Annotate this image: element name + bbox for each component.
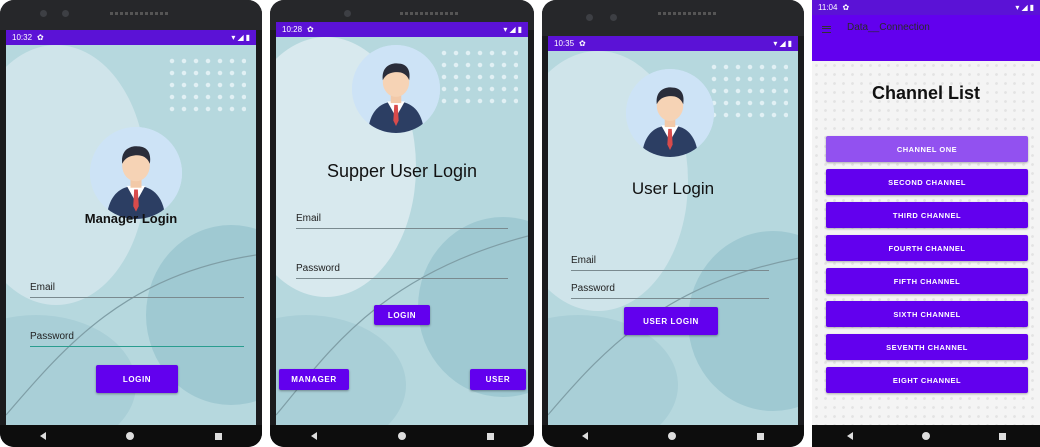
battery-icon: ▮: [1029, 3, 1034, 12]
email-field[interactable]: Email: [30, 282, 244, 298]
screen-background: User Login Email Password USER LOGIN: [548, 51, 798, 425]
channel-button-8[interactable]: EIGHT CHANNEL: [826, 367, 1028, 393]
home-icon[interactable]: [921, 432, 930, 440]
signal-icon: ◢: [779, 39, 786, 48]
recents-icon[interactable]: [486, 432, 494, 440]
status-time: 10:32: [12, 33, 33, 42]
status-time: 10:35: [554, 39, 575, 48]
login-button[interactable]: LOGIN: [374, 305, 430, 325]
password-field[interactable]: Password: [296, 263, 508, 279]
channel-button-4[interactable]: FOURTH CHANNEL: [826, 235, 1028, 261]
wifi-icon: ▾: [773, 39, 778, 48]
password-field[interactable]: Password: [571, 283, 769, 299]
menu-icon[interactable]: [822, 25, 831, 33]
channel-button-3[interactable]: THIRD CHANNEL: [826, 202, 1028, 228]
manager-button[interactable]: MANAGER: [279, 369, 349, 390]
battery-icon: ▮: [787, 39, 792, 48]
settings-icon: ✿: [842, 3, 850, 12]
back-icon[interactable]: [582, 432, 589, 440]
battery-icon: ▮: [245, 33, 250, 42]
channel-button-5[interactable]: FIFTH CHANNEL: [826, 268, 1028, 294]
status-time: 11:04: [818, 3, 838, 12]
phone-manager: 10:32 ✿ ▾ ◢ ▮ Manager Login Email Passwo…: [0, 0, 262, 447]
speaker-grill: [658, 12, 718, 15]
wifi-icon: ▾: [231, 33, 236, 42]
recents-icon[interactable]: [214, 432, 222, 440]
home-icon[interactable]: [668, 432, 677, 440]
avatar-icon: [626, 69, 714, 157]
phone-super-user: 10:28 ✿ ▾ ◢ ▮ Supper User Login Email Pa…: [270, 0, 534, 447]
channel-button-7[interactable]: SEVENTH CHANNEL: [826, 334, 1028, 360]
user-screen: 10:35 ✿ ▾ ◢ ▮ User Login Email Password …: [548, 36, 798, 425]
page-title: Supper User Login: [326, 161, 478, 181]
settings-icon: ✿: [307, 25, 314, 34]
wifi-icon: ▾: [503, 25, 508, 34]
login-button[interactable]: LOGIN: [96, 365, 178, 393]
phone-channel-list: 11:04 ✿ ▾ ◢ ▮ Data__Connection Channel L…: [812, 0, 1040, 447]
phone-bezel: [0, 0, 262, 30]
recents-icon[interactable]: [998, 432, 1006, 440]
recents-icon[interactable]: [756, 432, 764, 440]
channel-list-heading: Channel List: [871, 83, 980, 103]
status-time: 10:28: [282, 25, 303, 34]
speaker-grill: [400, 12, 460, 15]
navigation-bar: [0, 425, 262, 447]
camera: [40, 10, 47, 17]
screen-background: Manager Login Email Password LOGIN: [6, 45, 256, 425]
phone-bezel: [542, 0, 804, 36]
sensor: [62, 10, 69, 17]
back-icon[interactable]: [846, 432, 853, 440]
camera: [344, 10, 351, 17]
app-bar: Data__Connection: [812, 15, 1040, 61]
user-button[interactable]: USER: [470, 369, 526, 390]
home-icon[interactable]: [397, 432, 406, 440]
page-title: Manager Login: [84, 211, 178, 226]
battery-icon: ▮: [517, 25, 522, 34]
navigation-bar: [812, 425, 1040, 447]
avatar-icon: [90, 127, 182, 219]
camera: [586, 14, 593, 21]
screenshot-collage: 10:32 ✿ ▾ ◢ ▮ Manager Login Email Passwo…: [0, 0, 1040, 447]
signal-icon: ◢: [1021, 3, 1028, 12]
back-icon[interactable]: [40, 432, 47, 440]
signal-icon: ◢: [237, 33, 244, 42]
screen-background: Supper User Login Email Password LOGIN M…: [276, 37, 528, 425]
status-bar: 10:28 ✿ ▾ ◢ ▮: [276, 22, 528, 37]
channel-button-2[interactable]: SECOND CHANNEL: [826, 169, 1028, 195]
status-bar: 10:35 ✿ ▾ ◢ ▮: [548, 36, 798, 51]
avatar-icon: [352, 45, 440, 133]
password-field[interactable]: Password: [30, 331, 244, 347]
signal-icon: ◢: [509, 25, 516, 34]
phone-user: 10:35 ✿ ▾ ◢ ▮ User Login Email Password …: [542, 0, 804, 447]
channel-content: Channel List CHANNEL ONE SECOND CHANNEL …: [812, 61, 1040, 425]
user-login-button[interactable]: USER LOGIN: [624, 307, 718, 335]
back-icon[interactable]: [310, 432, 317, 440]
navigation-bar: [270, 425, 534, 447]
channel-button-6[interactable]: SIXTH CHANNEL: [826, 301, 1028, 327]
settings-icon: ✿: [579, 39, 586, 48]
super-user-screen: 10:28 ✿ ▾ ◢ ▮ Supper User Login Email Pa…: [276, 22, 528, 425]
status-bar: 10:32 ✿ ▾ ◢ ▮: [6, 30, 256, 45]
sensor: [610, 14, 617, 21]
speaker-grill: [110, 12, 170, 15]
settings-icon: ✿: [37, 33, 44, 42]
email-field[interactable]: Email: [571, 255, 769, 271]
app-title: Data__Connection: [847, 22, 930, 33]
channel-button-1[interactable]: CHANNEL ONE: [826, 136, 1028, 162]
navigation-bar: [542, 425, 804, 447]
manager-screen: 10:32 ✿ ▾ ◢ ▮ Manager Login Email Passwo…: [6, 30, 256, 425]
email-field[interactable]: Email: [296, 213, 508, 229]
status-bar: 11:04 ✿ ▾ ◢ ▮: [812, 0, 1040, 15]
page-title: User Login: [631, 179, 715, 198]
wifi-icon: ▾: [1015, 3, 1020, 12]
home-icon[interactable]: [126, 432, 135, 440]
